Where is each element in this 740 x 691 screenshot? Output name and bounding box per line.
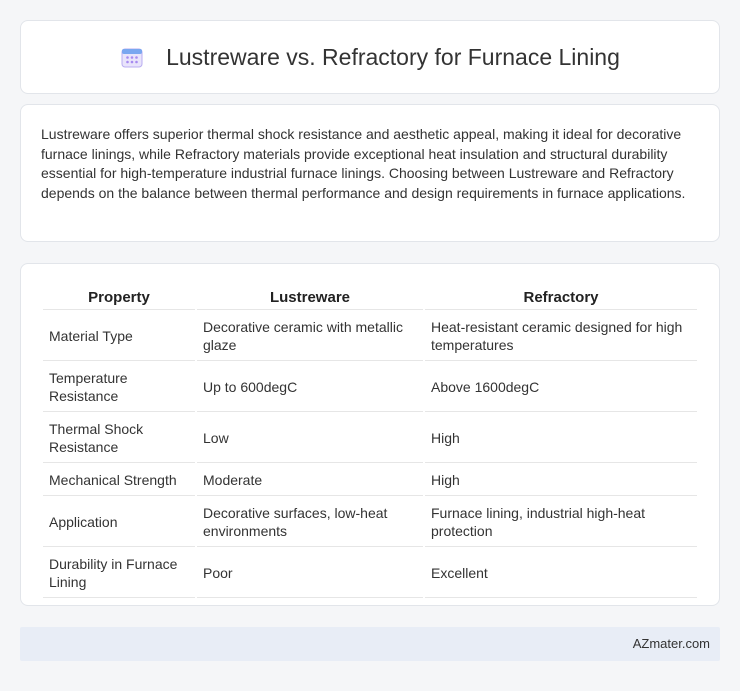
table-cell: Poor: [197, 549, 423, 598]
table-cell: Moderate: [197, 465, 423, 496]
table-cell: Temperature Resistance: [43, 363, 195, 412]
table-cell: Furnace lining, industrial high-heat pro…: [425, 498, 697, 547]
table-cell: Decorative surfaces, low-heat environmen…: [197, 498, 423, 547]
table-cell: Application: [43, 498, 195, 547]
table-row: Temperature Resistance Up to 600degC Abo…: [43, 363, 697, 412]
table-cell: Material Type: [43, 312, 195, 361]
table-row: Durability in Furnace Lining Poor Excell…: [43, 549, 697, 598]
table-row: Thermal Shock Resistance Low High: [43, 414, 697, 463]
page-title: Lustreware vs. Refractory for Furnace Li…: [166, 43, 620, 70]
column-header-property: Property: [43, 286, 195, 310]
table-cell: Decorative ceramic with metallic glaze: [197, 312, 423, 361]
comparison-table-card: Property Lustreware Refractory Material …: [20, 263, 720, 606]
summary-card: Lustreware offers superior thermal shock…: [20, 104, 720, 242]
footer-brand: AZmater.com: [632, 636, 710, 651]
calendar-icon: [121, 48, 143, 68]
footer: AZmater.com: [20, 627, 720, 661]
table-cell: Low: [197, 414, 423, 463]
table-cell: High: [425, 414, 697, 463]
table-header-row: Property Lustreware Refractory: [43, 286, 697, 310]
column-header-lustreware: Lustreware: [197, 286, 423, 310]
table-row: Material Type Decorative ceramic with me…: [43, 312, 697, 361]
table-cell: Mechanical Strength: [43, 465, 195, 496]
summary-text: Lustreware offers superior thermal shock…: [41, 126, 686, 201]
table-cell: Thermal Shock Resistance: [43, 414, 195, 463]
table-row: Application Decorative surfaces, low-hea…: [43, 498, 697, 547]
table-cell: Durability in Furnace Lining: [43, 549, 195, 598]
table-cell: Excellent: [425, 549, 697, 598]
comparison-table: Property Lustreware Refractory Material …: [41, 284, 699, 600]
table-row: Mechanical Strength Moderate High: [43, 465, 697, 496]
column-header-refractory: Refractory: [425, 286, 697, 310]
table-cell: High: [425, 465, 697, 496]
title-card: Lustreware vs. Refractory for Furnace Li…: [20, 20, 720, 94]
table-cell: Up to 600degC: [197, 363, 423, 412]
table-cell: Above 1600degC: [425, 363, 697, 412]
table-cell: Heat-resistant ceramic designed for high…: [425, 312, 697, 361]
